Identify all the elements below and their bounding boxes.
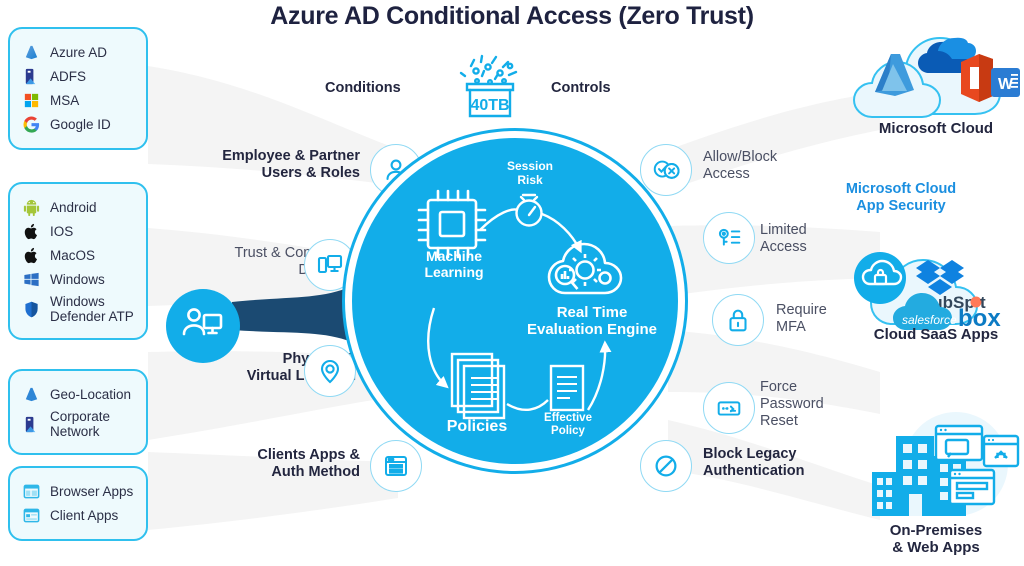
core-label-session-risk: Session Risk xyxy=(506,159,554,187)
android-icon xyxy=(22,198,41,217)
devices-icon xyxy=(315,250,345,280)
control-label-allow-block: Allow/Block Access xyxy=(703,149,778,183)
controls-heading: Controls xyxy=(551,80,611,96)
microsoft-cloud-logos: W xyxy=(852,36,1020,118)
list-item[interactable]: IOS xyxy=(22,222,134,241)
password-field-icon xyxy=(714,393,744,423)
adfs-server-icon xyxy=(22,67,41,86)
source-card-identity[interactable]: Azure AD ADFS MSA Google ID xyxy=(8,27,148,150)
svg-text:salesforce: salesforce xyxy=(902,313,957,327)
list-item[interactable]: Corporate Network xyxy=(22,409,134,439)
conditions-heading: Conditions xyxy=(325,80,401,96)
adfs-server-icon xyxy=(22,415,41,434)
lock-icon xyxy=(723,305,753,335)
list-item-label: Client Apps xyxy=(50,507,119,523)
list-item-label: ADFS xyxy=(50,68,87,84)
apple-icon xyxy=(22,246,41,265)
list-item[interactable]: ADFS xyxy=(22,67,134,86)
list-item-label: MSA xyxy=(50,92,80,108)
shield-icon xyxy=(22,300,41,319)
list-item[interactable]: MSA xyxy=(22,91,134,110)
list-item[interactable]: Android xyxy=(22,198,134,217)
azure-ad-icon xyxy=(22,385,41,404)
office-logo xyxy=(961,54,993,102)
user-device-node[interactable] xyxy=(166,289,240,363)
check-cross-icon xyxy=(651,155,681,185)
diagram-canvas: Azure AD Conditional Access (Zero Trust)… xyxy=(0,0,1024,566)
list-item-label: Google ID xyxy=(50,116,111,132)
single-policy-icon xyxy=(549,364,585,412)
control-node-require-mfa[interactable] xyxy=(712,294,764,346)
control-node-limited-access[interactable] xyxy=(703,212,755,264)
list-item[interactable]: Windows Defender ATP xyxy=(22,294,134,324)
browser-window-icon xyxy=(22,482,41,501)
list-item-label: Corporate Network xyxy=(50,409,111,440)
source-card-apps[interactable]: Browser Apps Client Apps xyxy=(8,466,148,541)
destination-cloud-saas-apps[interactable]: HubSp t salesforce box Cloud SaaS Apps xyxy=(848,180,1024,355)
list-item[interactable]: Geo-Location xyxy=(22,385,134,404)
core-label-effective-policy: Effective Policy xyxy=(544,412,592,438)
list-item-label: Android xyxy=(50,199,97,215)
user-device-icon xyxy=(180,301,226,352)
source-card-devices[interactable]: Android IOS MacOS Windows Windows Defend… xyxy=(8,182,148,341)
list-item[interactable]: Browser Apps xyxy=(22,482,134,501)
signals-data-box-icon: 40TB xyxy=(459,54,521,126)
condition-label-clientapps: Clients Apps & Auth Method xyxy=(257,447,360,481)
list-item[interactable]: Windows xyxy=(22,270,134,289)
block-icon xyxy=(651,451,681,481)
list-item[interactable]: Azure AD xyxy=(22,43,134,62)
source-card-network[interactable]: Geo-Location Corporate Network xyxy=(8,369,148,456)
windows-logo-icon xyxy=(22,270,41,289)
apple-icon xyxy=(22,222,41,241)
cloud-analytics-gears-icon xyxy=(547,242,623,295)
list-item[interactable]: Client Apps xyxy=(22,506,134,525)
list-item-label: IOS xyxy=(50,223,74,239)
condition-node-devices[interactable] xyxy=(304,239,356,291)
google-g-icon xyxy=(22,115,41,134)
core-label-machine-learning: Machine Learning xyxy=(424,248,484,281)
policy-stack-icon xyxy=(450,352,506,420)
destination-caption: Cloud SaaS Apps xyxy=(873,326,999,343)
control-label-block-legacy-auth: Block Legacy Authentication xyxy=(703,446,805,480)
destination-microsoft-cloud[interactable]: W Microsoft Cloud xyxy=(848,4,1024,150)
word-logo: W xyxy=(991,68,1020,97)
list-item-label: Azure AD xyxy=(50,44,108,60)
list-item-label: Windows xyxy=(50,271,105,287)
cloud-lock-logo xyxy=(854,252,906,304)
control-node-force-password-reset[interactable] xyxy=(703,382,755,434)
destination-on-premises-web-apps[interactable]: On-Premises & Web Apps xyxy=(848,410,1024,566)
list-item[interactable]: MacOS xyxy=(22,246,134,265)
destination-caption: On-Premises & Web Apps xyxy=(889,522,983,557)
list-item-label: Geo-Location xyxy=(50,386,132,402)
real-time-evaluation-core: Machine Learning Session Risk Policies E… xyxy=(352,138,678,464)
list-item-label: Browser Apps xyxy=(50,483,134,499)
core-label-policies: Policies xyxy=(446,418,508,435)
signals-badge-label: 40TB xyxy=(470,97,509,114)
destination-caption: Microsoft Cloud xyxy=(878,120,994,137)
client-app-window-icon xyxy=(22,506,41,525)
condition-node-location[interactable] xyxy=(304,345,356,397)
core-engine-title: Real Time Evaluation Engine xyxy=(526,304,658,339)
onprem-icons xyxy=(872,412,1020,516)
list-item-label: Windows Defender ATP xyxy=(50,294,134,325)
list-item-label: MacOS xyxy=(50,247,96,263)
condition-label-users: Employee & Partner Users & Roles xyxy=(222,148,360,182)
control-node-allow-block[interactable] xyxy=(640,144,692,196)
risk-gauge-icon xyxy=(515,193,543,227)
list-item[interactable]: Google ID xyxy=(22,115,134,134)
azure-ad-icon xyxy=(22,43,41,62)
location-pin-icon xyxy=(315,356,345,386)
key-list-icon xyxy=(714,223,744,253)
microsoft-squares-icon xyxy=(22,91,41,110)
control-node-block-legacy-auth[interactable] xyxy=(640,440,692,492)
